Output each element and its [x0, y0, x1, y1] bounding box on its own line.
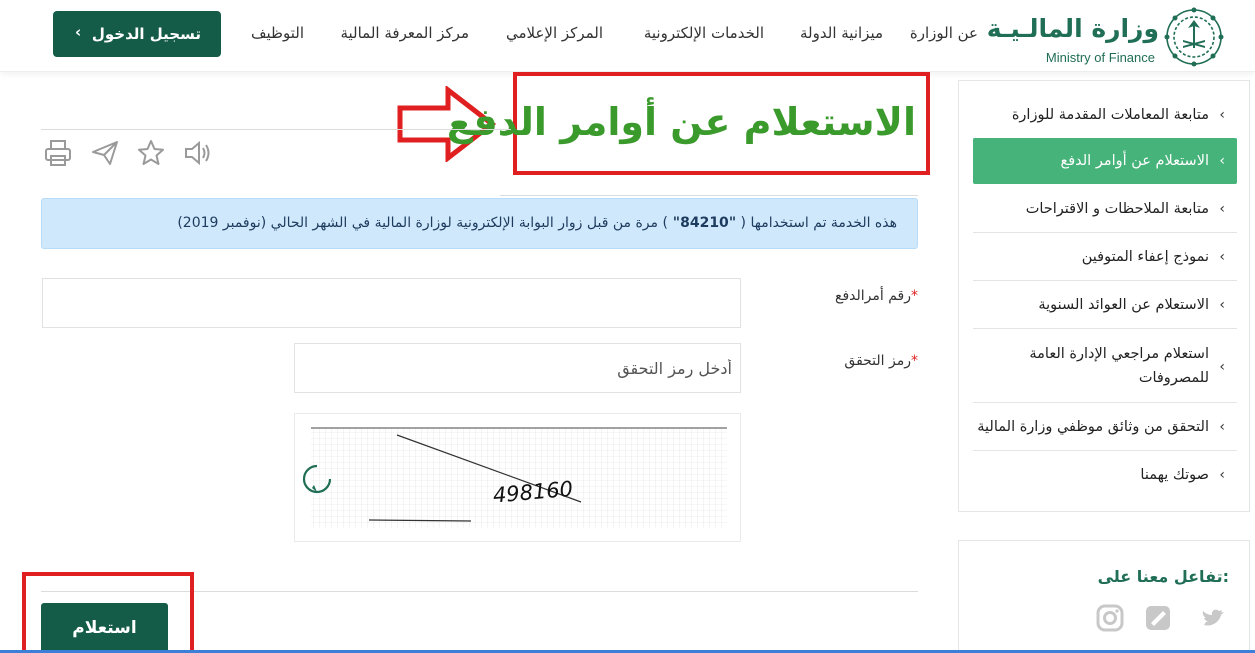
nav-media-center[interactable]: المركز الإعلامي	[506, 24, 603, 42]
logo-arabic-text: وزارة المالـيـة	[986, 14, 1159, 43]
nav-budget[interactable]: ميزانية الدولة	[800, 24, 883, 42]
share-send-icon[interactable]	[90, 138, 120, 168]
sidebar-item-your-voice[interactable]: صوتك يهمنا ‹	[973, 451, 1237, 499]
nav-eservices[interactable]: الخدمات الإلكترونية	[644, 24, 764, 42]
info-suffix: ) مرة من قبل زوار البوابة الإلكترونية لو…	[177, 215, 668, 231]
captcha-graphic: 498160	[311, 427, 727, 528]
site-header: وزارة المالـيـة Ministry of Finance عن ا…	[0, 0, 1255, 72]
sidebar-item-annual-returns[interactable]: الاستعلام عن العوائد السنوية ‹	[973, 281, 1237, 329]
payment-order-label: رقم أمرالدفع*	[835, 288, 918, 304]
sidebar-item-label: التحقق من وثائق موظفي وزارة المالية	[977, 419, 1209, 435]
nav-jobs[interactable]: التوظيف	[251, 24, 304, 42]
sidebar-item-label: استعلام مراجعي الإدارة العامة للمصروفات	[1029, 346, 1209, 386]
sidebar-item-label: متابعة المعاملات المقدمة للوزارة	[1011, 107, 1209, 123]
sidebar-item-label: الاستعلام عن العوائد السنوية	[1038, 297, 1209, 313]
chevron-left-icon: ‹	[1219, 359, 1225, 375]
sidebar-item-label: متابعة الملاحظات و الاقتراحات	[1025, 201, 1209, 217]
sidebar-item-transactions[interactable]: متابعة المعاملات المقدمة للوزارة ‹	[973, 91, 1237, 139]
payment-order-input[interactable]	[42, 278, 741, 328]
instagram-icon[interactable]	[1095, 603, 1125, 633]
snapchat-icon[interactable]	[1143, 603, 1173, 633]
services-sidebar: متابعة المعاملات المقدمة للوزارة ‹ الاست…	[958, 80, 1250, 512]
page-title: الاستعلام عن أوامر الدفع	[446, 100, 916, 144]
submit-annotation-frame	[22, 572, 194, 653]
login-button[interactable]: تسجيل الدخول ‹	[53, 11, 221, 57]
captcha-input[interactable]	[294, 343, 741, 393]
social-box: تفاعل معنا على:	[958, 540, 1250, 653]
chevron-left-icon: ‹	[75, 23, 82, 41]
print-icon[interactable]	[43, 138, 73, 168]
login-label: تسجيل الدخول	[91, 25, 201, 43]
nav-about[interactable]: عن الوزارة	[910, 24, 978, 42]
refresh-captcha-icon[interactable]	[300, 462, 334, 496]
sidebar-item-label: صوتك يهمنا	[1140, 467, 1209, 483]
captcha-image: 498160	[294, 413, 741, 542]
sidebar-item-feedback[interactable]: متابعة الملاحظات و الاقتراحات ‹	[973, 185, 1237, 233]
chevron-left-icon: ‹	[1219, 153, 1225, 169]
required-mark: *	[911, 353, 918, 369]
favorite-star-icon[interactable]	[136, 138, 166, 168]
sidebar-item-label: الاستعلام عن أوامر الدفع	[1060, 153, 1210, 169]
chevron-left-icon: ‹	[1219, 106, 1225, 123]
sidebar-item-deceased-exemption[interactable]: نموذج إعفاء المتوفين ‹	[973, 233, 1237, 281]
chevron-left-icon: ‹	[1219, 296, 1225, 313]
twitter-icon[interactable]	[1199, 603, 1229, 633]
palm-swords-emblem-icon	[1164, 7, 1224, 67]
sidebar-item-payment-orders[interactable]: الاستعلام عن أوامر الدفع ‹	[973, 138, 1237, 184]
sidebar-item-verify-documents[interactable]: التحقق من وثائق موظفي وزارة المالية ‹	[973, 403, 1237, 451]
sidebar-item-expenditure-inquiry[interactable]: استعلام مراجعي الإدارة العامة للمصروفات …	[973, 329, 1237, 403]
speaker-listen-icon[interactable]	[183, 138, 213, 168]
chevron-left-icon: ‹	[1219, 418, 1225, 435]
info-count: "84210"	[667, 215, 737, 231]
chevron-left-icon: ‹	[1219, 200, 1225, 217]
chevron-left-icon: ‹	[1219, 248, 1225, 265]
required-mark: *	[911, 288, 918, 304]
sidebar-item-label: نموذج إعفاء المتوفين	[1081, 249, 1209, 265]
nav-knowledge-center[interactable]: مركز المعرفة المالية	[340, 24, 469, 42]
divider	[41, 129, 511, 130]
logo-english-text: Ministry of Finance	[1045, 50, 1155, 65]
captcha-label: رمز التحقق*	[844, 353, 918, 369]
info-prefix: هذه الخدمة تم استخدامها (	[736, 215, 897, 231]
ministry-logo[interactable]: وزارة المالـيـة Ministry of Finance	[987, 6, 1225, 68]
social-title: تفاعل معنا على:	[1097, 567, 1229, 586]
chevron-left-icon: ‹	[1219, 467, 1225, 483]
usage-info-alert: هذه الخدمة تم استخدامها ( "84210" ) مرة …	[41, 198, 918, 249]
divider	[500, 195, 918, 196]
title-annotation-frame: الاستعلام عن أوامر الدفع	[447, 72, 930, 175]
